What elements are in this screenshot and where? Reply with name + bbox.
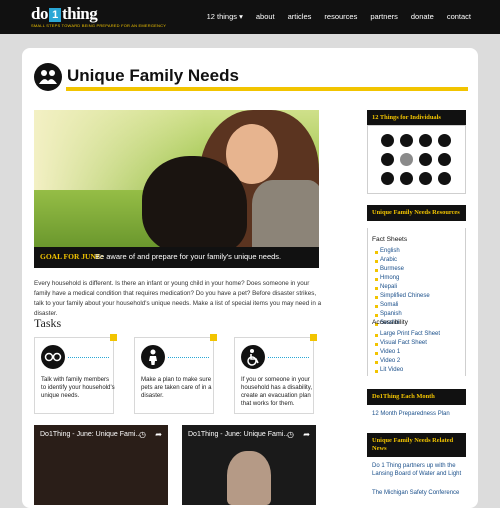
fact-sheet-link[interactable]: Arabic <box>380 257 397 263</box>
task-text: Talk with family members to identify you… <box>41 376 115 399</box>
sound-icon[interactable] <box>400 172 413 185</box>
resources-heading: Unique Family Needs Resources <box>367 205 466 221</box>
bullet <box>375 352 378 355</box>
hero-image <box>34 110 319 268</box>
shelter-icon[interactable] <box>381 153 394 166</box>
twelve-things-heading: 12 Things for Individuals <box>367 110 466 126</box>
accessibility-link[interactable]: Video 2 <box>380 358 400 364</box>
related-news-heading: Unique Family Needs Related News <box>367 433 466 457</box>
each-month-heading: Do1Thing Each Month <box>367 389 466 405</box>
nav-donate[interactable]: donate <box>411 12 434 21</box>
video-player[interactable]: Do1Thing - June: Unique Fami... ◷ ➦ <box>34 425 168 505</box>
intro-paragraph: Every household is different. Is there a… <box>34 280 322 317</box>
question-icon[interactable] <box>381 134 394 147</box>
fact-sheets-label: Fact Sheets <box>372 236 408 243</box>
task-text: Make a plan to make sure pets are taken … <box>141 376 212 399</box>
bullet <box>375 260 378 263</box>
bullet <box>375 296 378 299</box>
bullet <box>375 251 378 254</box>
person-icon <box>141 345 165 369</box>
radio-icon[interactable] <box>438 153 451 166</box>
bullet <box>375 278 378 281</box>
video-player[interactable]: Do1Thing - June: Unique Fami... ◷ ➦ <box>182 425 316 505</box>
page-title: Unique Family Needs <box>67 66 239 85</box>
accessibility-link[interactable]: Lit Video <box>380 367 403 373</box>
accessibility-link[interactable]: Large Print Fact Sheet <box>380 331 440 337</box>
bullet <box>375 343 378 346</box>
medical-icon[interactable] <box>381 172 394 185</box>
fact-sheet-link[interactable]: Burmese <box>380 266 404 272</box>
nav-partners[interactable]: partners <box>370 12 398 21</box>
task-card: If you or someone in your household has … <box>234 334 317 414</box>
accessibility-link[interactable]: Video 1 <box>380 349 400 355</box>
watch-later-icon[interactable]: ◷ <box>139 430 146 439</box>
nav-about[interactable]: about <box>256 12 275 21</box>
logo-one: 1 <box>48 8 61 22</box>
share-icon[interactable]: ➦ <box>155 430 162 439</box>
fact-sheet-link[interactable]: Spanish <box>380 311 402 317</box>
task-card: Talk with family members to identify you… <box>34 334 117 414</box>
bullet <box>375 269 378 272</box>
task-card: Make a plan to make sure pets are taken … <box>134 334 217 414</box>
accessibility-label: Accessibility <box>372 319 408 326</box>
fire-extinguisher-icon[interactable] <box>419 134 432 147</box>
lightbulb-icon[interactable] <box>419 172 432 185</box>
fact-sheet-link[interactable]: Somali <box>380 302 398 308</box>
documents-icon[interactable] <box>400 153 413 166</box>
family-icon <box>34 63 62 91</box>
main-nav: 12 things ▾ about articles resources par… <box>207 12 471 21</box>
preparedness-plan-link[interactable]: 12 Month Preparedness Plan <box>372 410 450 418</box>
fact-sheet-link[interactable]: Simplified Chinese <box>380 293 430 299</box>
watch-later-icon[interactable]: ◷ <box>287 430 294 439</box>
nav-12-things[interactable]: 12 things ▾ <box>207 12 243 21</box>
share-icon[interactable]: ➦ <box>303 430 310 439</box>
nav-resources[interactable]: resources <box>324 12 357 21</box>
first-aid-icon[interactable] <box>438 172 451 185</box>
bullet <box>375 287 378 290</box>
accessibility-link[interactable]: Visual Fact Sheet <box>380 340 427 346</box>
title-underline <box>66 87 468 91</box>
video-title: Do1Thing - June: Unique Fami... <box>188 431 290 438</box>
logo-thing: thing <box>61 4 98 23</box>
fact-sheet-link[interactable]: Hmong <box>380 275 399 281</box>
nav-articles[interactable]: articles <box>288 12 312 21</box>
goal-label: GOAL FOR JUNE: <box>40 252 104 261</box>
bullet <box>375 314 378 317</box>
glasses-icon <box>41 345 65 369</box>
related-news-link[interactable]: Do 1 Thing partners up with the Lansing … <box>372 462 471 478</box>
bullet <box>375 361 378 364</box>
fact-sheet-link[interactable]: English <box>380 248 400 254</box>
related-news-link[interactable]: The Michigan Safety Conference <box>372 489 459 497</box>
wheelchair-icon <box>241 345 265 369</box>
bullet <box>375 370 378 373</box>
task-text: If you or someone in your household has … <box>241 376 313 407</box>
tagline: SMALL STEPS TOWARD BEING PREPARED FOR AN… <box>31 23 167 28</box>
goal-text: Be aware of and prepare for your family'… <box>95 252 282 261</box>
bullet <box>375 305 378 308</box>
tasks-heading: Tasks <box>34 316 62 330</box>
fact-sheet-link[interactable]: Nepali <box>380 284 397 290</box>
family-icon[interactable] <box>419 153 432 166</box>
bullet <box>375 334 378 337</box>
site-logo[interactable]: do 1 thing <box>31 4 98 23</box>
water-drop-icon[interactable] <box>400 134 413 147</box>
supplies-icon[interactable] <box>438 134 451 147</box>
nav-contact[interactable]: contact <box>447 12 471 21</box>
logo-do: do <box>31 4 48 23</box>
video-title: Do1Thing - June: Unique Fami... <box>40 431 142 438</box>
